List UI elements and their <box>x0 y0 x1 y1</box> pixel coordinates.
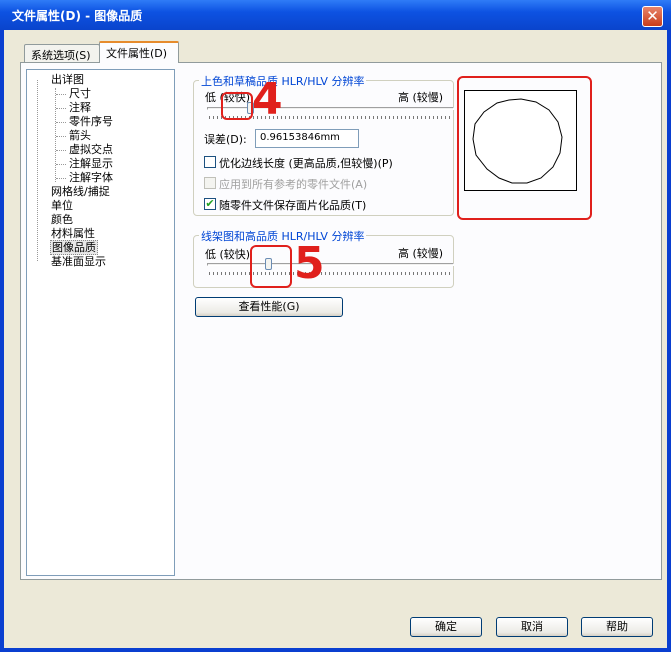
view-performance-button[interactable]: 查看性能(G) <box>195 297 343 317</box>
optimize-edge-label: 优化边线长度 (更高品质,但较慢)(P) <box>219 157 393 170</box>
tree-connector <box>56 136 66 137</box>
wireframe-high-label: 高 (较慢) <box>398 247 444 260</box>
wireframe-slider-ticks <box>209 272 453 275</box>
tree-item-material-properties[interactable]: 材料属性 <box>51 227 95 240</box>
tree-item-annotations-display[interactable]: 注解显示 <box>69 157 113 170</box>
tree-item-image-quality[interactable]: 图像品质 <box>50 240 98 255</box>
save-tessellation-checkbox[interactable]: ✔ <box>204 198 216 210</box>
tree-item-balloons[interactable]: 零件序号 <box>69 115 113 128</box>
tree-item-virtual-sharps[interactable]: 虚拟交点 <box>69 143 113 156</box>
tree-item-units[interactable]: 单位 <box>51 199 73 212</box>
help-button[interactable]: 帮助 <box>581 617 653 637</box>
close-icon[interactable]: ✕ <box>642 6 663 27</box>
tree-item-plane-display[interactable]: 基准面显示 <box>51 255 106 268</box>
tree-connector <box>56 94 66 95</box>
tree-connector <box>55 88 56 182</box>
tree-item-notes[interactable]: 注释 <box>69 101 91 114</box>
deviation-label: 误差(D): <box>204 133 247 146</box>
options-tree[interactable]: 出详图 尺寸 注释 零件序号 箭头 虚拟交点 注解显示 注解字体 网格线/捕捉 … <box>26 69 175 576</box>
tab-system-options[interactable]: 系统选项(S) <box>24 44 100 62</box>
window-title: 文件属性(D) - 图像品质 <box>12 9 143 23</box>
tab-document-properties[interactable]: 文件属性(D) <box>99 41 179 63</box>
tree-connector <box>37 80 38 261</box>
tree-item-dimensions[interactable]: 尺寸 <box>69 87 91 100</box>
wireframe-low-label: 低 (较快) <box>205 248 251 261</box>
tree-connector <box>56 164 66 165</box>
title-bar[interactable]: 文件属性(D) - 图像品质 ✕ <box>0 0 671 30</box>
annotation-number-5: 5 <box>294 238 325 289</box>
shaded-high-label: 高 (较慢) <box>398 91 444 104</box>
tree-connector <box>56 122 66 123</box>
tree-item-grid-snap[interactable]: 网格线/捕捉 <box>51 185 110 198</box>
save-tessellation-label: 随零件文件保存面片化品质(T) <box>219 199 367 212</box>
annotation-number-4: 4 <box>252 74 283 125</box>
optimize-edge-checkbox[interactable] <box>204 156 216 168</box>
tree-connector <box>56 108 66 109</box>
preview-highlight-box <box>457 76 592 220</box>
ok-button[interactable]: 确定 <box>410 617 482 637</box>
tree-item-arrows[interactable]: 箭头 <box>69 129 91 142</box>
tree-item-colors[interactable]: 颜色 <box>51 213 73 226</box>
wireframe-slider-highlight-box <box>250 245 292 288</box>
cancel-button[interactable]: 取消 <box>496 617 568 637</box>
deviation-input[interactable]: 0.96153846mm <box>255 129 359 148</box>
shaded-quality-legend: 上色和草稿品质 HLR/HLV 分辨率 <box>199 73 367 89</box>
tree-item-annotations-font[interactable]: 注解字体 <box>69 171 113 184</box>
wireframe-quality-legend: 线架图和高品质 HLR/HLV 分辨率 <box>199 228 367 244</box>
tree-item-detailing[interactable]: 出详图 <box>51 73 84 86</box>
wireframe-slider-track <box>207 263 454 266</box>
apply-all-checkbox[interactable] <box>204 177 216 189</box>
shaded-slider-highlight-box <box>221 92 253 120</box>
apply-all-label: 应用到所有参考的零件文件(A) <box>219 178 368 191</box>
tree-connector <box>56 178 66 179</box>
tree-connector <box>56 150 66 151</box>
